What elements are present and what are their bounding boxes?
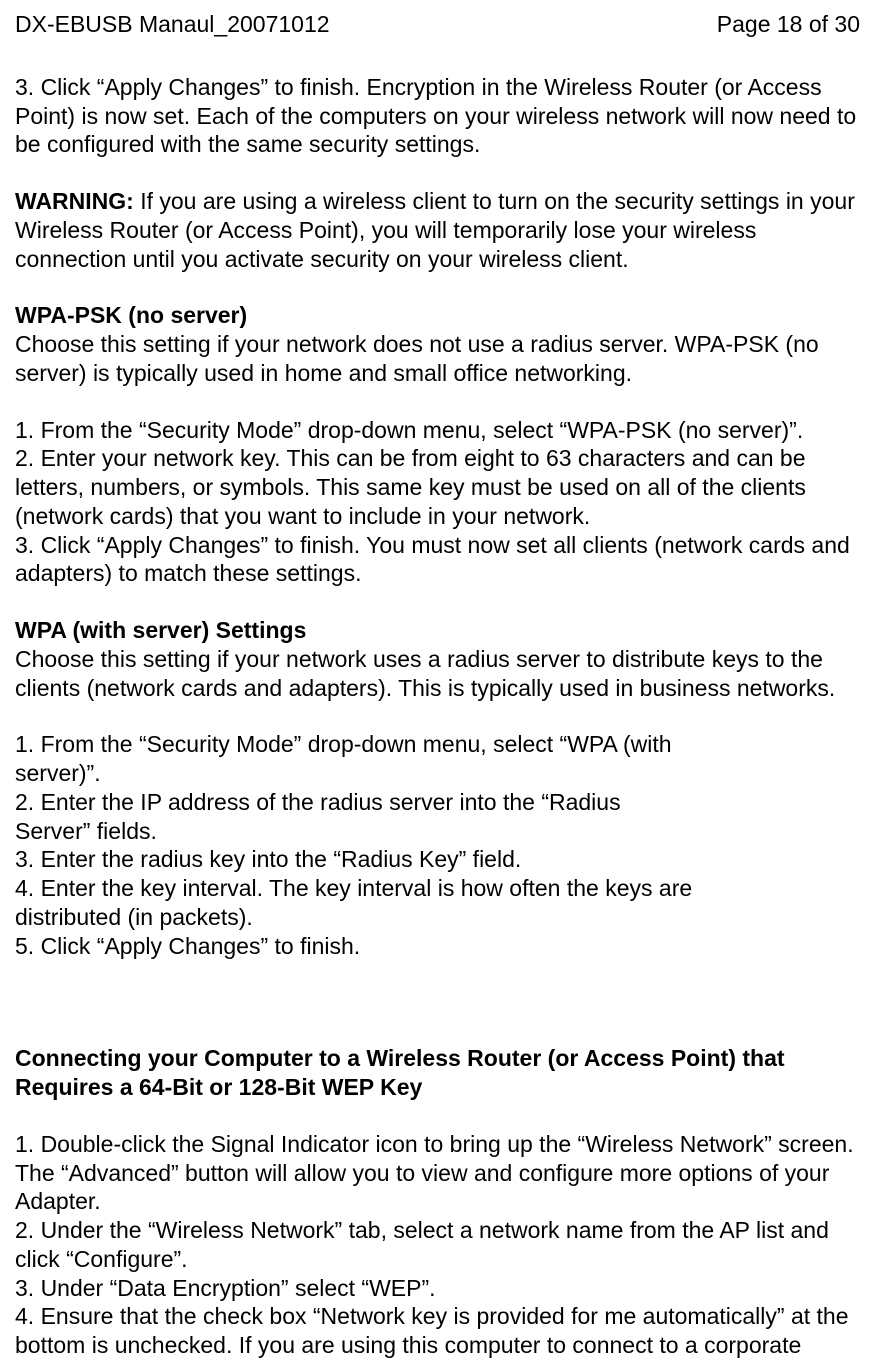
- step-wpa-server-4a: 4. Enter the key interval. The key inter…: [15, 874, 860, 903]
- step-wpa-psk-3: 3. Click “Apply Changes” to finish. You …: [15, 531, 860, 589]
- step-wpa-server-1b: server)”.: [15, 759, 860, 788]
- step-wpa-psk-1: 1. From the “Security Mode” drop-down me…: [15, 416, 860, 445]
- paragraph-wpa-server-desc: Choose this setting if your network uses…: [15, 645, 860, 703]
- paragraph-step3-apply: 3. Click “Apply Changes” to finish. Encr…: [15, 73, 860, 159]
- step-wep-2: 2. Under the “Wireless Network” tab, sel…: [15, 1216, 860, 1274]
- step-wpa-server-2a: 2. Enter the IP address of the radius se…: [15, 788, 860, 817]
- step-wpa-psk-2: 2. Enter your network key. This can be f…: [15, 444, 860, 530]
- step-wpa-server-4b: distributed (in packets).: [15, 903, 860, 932]
- step-wpa-server-3: 3. Enter the radius key into the “Radius…: [15, 845, 860, 874]
- warning-label: WARNING:: [15, 188, 134, 214]
- step-wep-1: 1. Double-click the Signal Indicator ico…: [15, 1130, 860, 1216]
- document-page: DX-EBUSB Manaul_20071012 Page 18 of 30 3…: [0, 0, 875, 1360]
- doc-title: DX-EBUSB Manaul_20071012: [15, 10, 330, 39]
- heading-connect-wep-a: Connecting your Computer to a Wireless R…: [15, 1044, 860, 1073]
- page-header: DX-EBUSB Manaul_20071012 Page 18 of 30: [15, 10, 860, 39]
- step-wep-3: 3. Under “Data Encryption” select “WEP”.: [15, 1274, 860, 1303]
- step-wpa-server-2b: Server” fields.: [15, 817, 860, 846]
- heading-connect-wep-b: Requires a 64-Bit or 128-Bit WEP Key: [15, 1073, 860, 1102]
- step-wpa-server-1a: 1. From the “Security Mode” drop-down me…: [15, 730, 860, 759]
- paragraph-wpa-psk-desc: Choose this setting if your network does…: [15, 330, 860, 388]
- heading-wpa-psk: WPA-PSK (no server): [15, 301, 860, 330]
- step-wpa-server-5: 5. Click “Apply Changes” to finish.: [15, 932, 860, 961]
- paragraph-warning: WARNING: If you are using a wireless cli…: [15, 187, 860, 273]
- step-wep-4: 4. Ensure that the check box “Network ke…: [15, 1302, 860, 1360]
- page-indicator: Page 18 of 30: [717, 10, 860, 39]
- paragraph-gap: [15, 1102, 860, 1130]
- warning-text: If you are using a wireless client to tu…: [15, 188, 855, 272]
- section-gap: [15, 960, 860, 1044]
- heading-wpa-server: WPA (with server) Settings: [15, 616, 860, 645]
